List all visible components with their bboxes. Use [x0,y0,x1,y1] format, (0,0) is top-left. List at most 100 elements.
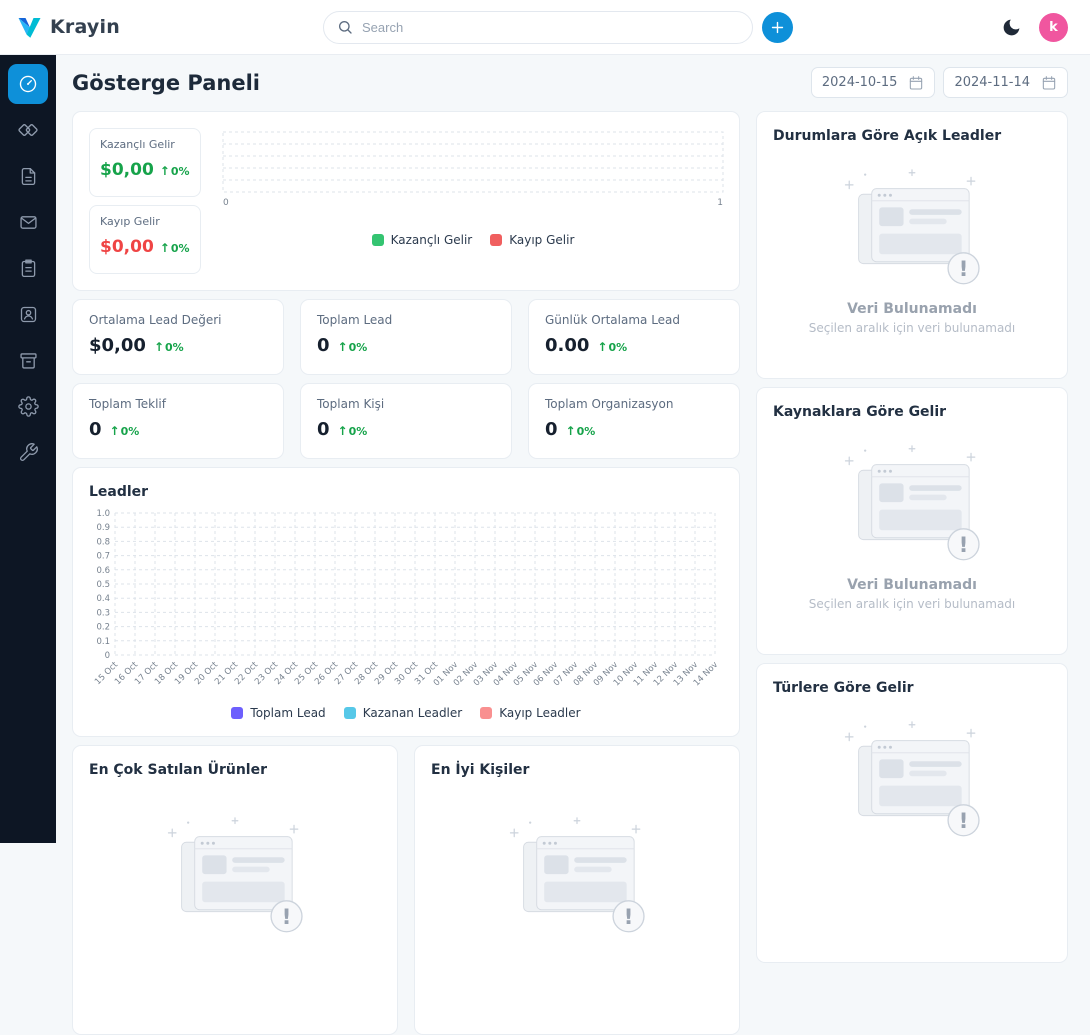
sidebar-item-contacts[interactable] [8,294,48,334]
empty-state-subtitle: Seçilen aralık için veri bulunamadı [809,321,1016,335]
empty-state-subtitle: Seçilen aralık için veri bulunamadı [809,597,1016,611]
right-column: Durumlara Göre Açık Leadler ! Veri Bulun… [756,111,1068,1035]
sidebar-item-leads[interactable] [8,110,48,150]
panel-title: Durumlara Göre Açık Leadler [773,128,1051,144]
quick-create-button[interactable] [762,12,793,43]
stat-delta: ↑0% [566,425,596,438]
legend-swatch [344,707,356,719]
svg-text:0.5: 0.5 [96,580,110,590]
svg-text:!: ! [959,533,969,558]
revenue-chart-legend: Kazançlı Gelir Kayıp Gelir [221,233,725,247]
avatar[interactable]: k [1039,13,1068,42]
page-header: Gösterge Paneli 2024-10-15 2024-11-14 [72,67,1068,98]
date-from-value: 2024-10-15 [822,75,898,90]
revenue-mini-stats: Kazançlı Gelir $0,00 ↑0% Kayıp Gelir $0,… [89,128,201,274]
lost-revenue-stat: Kayıp Gelir $0,00 ↑0% [89,205,201,274]
legend-label: Kayıp Gelir [509,233,574,247]
top-persons-panel: En İyi Kişiler ! [414,745,740,1035]
empty-state-title: Veri Bulunamadı [847,301,977,317]
leads-icon [17,119,39,141]
top-selling-products-panel: En Çok Satılan Ürünler ! [72,745,398,1035]
search-input[interactable] [362,20,739,35]
legend-swatch [490,234,502,246]
empty-state-illustration: ! [823,442,1001,566]
svg-text:1: 1 [717,198,723,208]
legend-item: Toplam Lead [231,706,325,720]
krayin-logo-icon [18,17,41,38]
svg-text:!: ! [282,905,292,930]
legend-label: Kazanan Leadler [363,706,463,720]
brand-name: Krayin [50,16,120,38]
svg-text:0.3: 0.3 [96,608,110,618]
stat-delta: ↑0% [597,341,627,354]
empty-state-illustration: ! [823,442,1001,566]
svg-text:0.6: 0.6 [96,566,110,576]
legend-item: Kazançlı Gelir [372,233,473,247]
svg-text:0: 0 [105,651,110,661]
topbar-right: k [1001,13,1068,42]
leads-chart-panel: Leadler 00.10.20.30.40.50.60.70.80.91.01… [72,467,740,737]
stat-delta: ↑0% [338,341,368,354]
stat-label: Kayıp Gelir [100,215,190,228]
panel-title: Türlere Göre Gelir [773,680,1051,696]
empty-state-title: Veri Bulunamadı [847,577,977,593]
legend-label: Kazançlı Gelir [391,233,473,247]
topbar: Krayin k [0,0,1090,55]
revenue-by-types-panel: Türlere Göre Gelir ! [756,663,1068,963]
sidebar-item-quotes[interactable] [8,156,48,196]
empty-state-illustration: ! [823,718,1001,842]
date-to-input[interactable]: 2024-11-14 [943,67,1068,98]
calendar-icon [908,75,924,91]
total-leads-stat: Toplam Lead 0 ↑0% [300,299,512,375]
empty-state: ! Veri Bulunamadı Seçilen aralık için ve… [773,420,1051,611]
sidebar-item-products[interactable] [8,340,48,380]
leads-chart-legend: Toplam Lead Kazanan Leadler Kayıp Leadle… [89,706,723,720]
page-title: Gösterge Paneli [72,71,260,95]
legend-item: Kayıp Leadler [480,706,580,720]
stat-delta: ↑0% [154,341,184,354]
empty-state-illustration: ! [488,814,666,938]
stat-value: 0 [317,419,330,440]
date-from-input[interactable]: 2024-10-15 [811,67,936,98]
bottom-row: En Çok Satılan Ürünler ! En İyi Kişiler [72,745,740,1035]
empty-state: ! Veri Bulunamadı Seçilen aralık için ve… [773,144,1051,335]
trend-up-icon: ↑ [597,341,607,353]
avatar-initial: k [1049,20,1058,35]
trend-up-icon: ↑ [338,341,348,353]
search-bar[interactable] [323,11,753,44]
search-icon [337,19,353,35]
date-to-value: 2024-11-14 [954,75,1030,90]
svg-text:0.1: 0.1 [96,637,110,647]
sidebar-item-configuration[interactable] [8,432,48,472]
sidebar [0,55,56,843]
empty-state-illustration: ! [146,814,324,938]
legend-label: Toplam Lead [250,706,325,720]
brand[interactable]: Krayin [18,16,323,38]
products-icon [18,350,39,371]
stat-value: $0,00 [89,335,146,356]
calendar-icon [1041,75,1057,91]
revenue-chart-area: 01 Kazançlı Gelir Kayıp Gelir [221,128,725,274]
sidebar-item-mail[interactable] [8,202,48,242]
stat-value: 0 [317,335,330,356]
revenue-by-sources-panel: Kaynaklara Göre Gelir ! Veri Bulunamadı … [756,387,1068,655]
stat-label: Toplam Kişi [317,397,495,411]
sidebar-item-dashboard[interactable] [8,64,48,104]
panel-title: En Çok Satılan Ürünler [89,762,267,778]
panel-title: Kaynaklara Göre Gelir [773,404,1051,420]
sidebar-item-settings[interactable] [8,386,48,426]
svg-text:!: ! [624,905,634,930]
svg-text:0.4: 0.4 [96,594,110,604]
sidebar-item-activities[interactable] [8,248,48,288]
leads-chart: 00.10.20.30.40.50.60.70.80.91.015 Oct16 … [89,505,725,703]
total-persons-stat: Toplam Kişi 0 ↑0% [300,383,512,459]
legend-label: Kayıp Leadler [499,706,580,720]
dark-mode-toggle[interactable] [1001,17,1022,38]
legend-swatch [231,707,243,719]
svg-text:1.0: 1.0 [96,509,110,519]
activities-icon [18,258,39,279]
trend-up-icon: ↑ [110,425,120,437]
stat-row-1: Ortalama Lead Değeri $0,00 ↑0% Toplam Le… [72,299,740,375]
trend-up-icon: ↑ [566,425,576,437]
empty-state-illustration: ! [823,166,1001,290]
